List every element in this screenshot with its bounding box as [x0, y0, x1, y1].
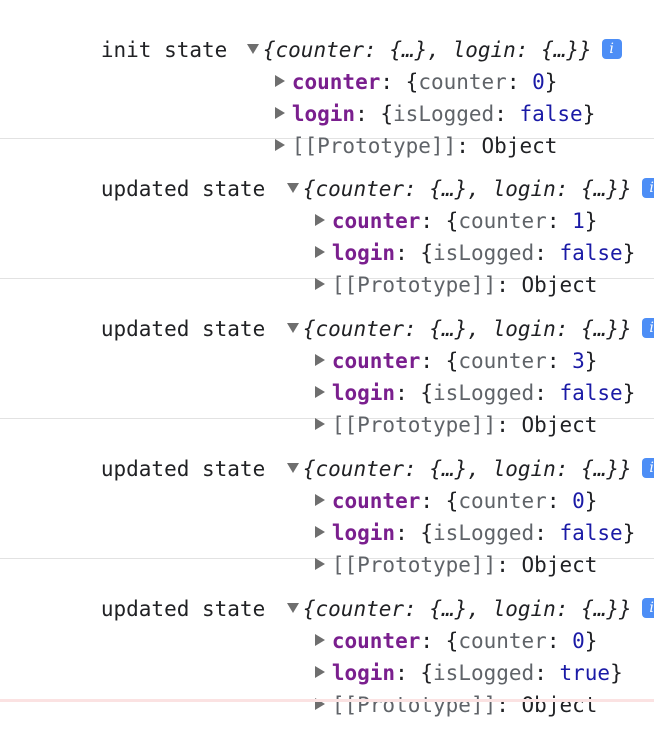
property-row-login[interactable]: login: {isLogged: true}: [239, 631, 623, 685]
object-preview-row[interactable]: {counter: {…}, login: {…}} i: [171, 8, 622, 62]
console-log-entry: updated state {counter: {…}, login: {…}}…: [0, 279, 654, 437]
prototype-label: [[Prototype]]: [331, 693, 497, 717]
object-brace-close: }: [622, 381, 636, 405]
console-log-entry: updated state {counter: {…}, login: {…}}…: [0, 559, 654, 717]
property-row-prototype[interactable]: [[Prototype]]: Object: [239, 523, 597, 577]
info-icon[interactable]: i: [601, 39, 622, 59]
property-row-prototype[interactable]: [[Prototype]]: Object: [239, 383, 597, 437]
property-row-counter[interactable]: counter: {counter: 3}: [239, 319, 597, 373]
property-row-prototype[interactable]: [[Prototype]]: Object: [239, 243, 597, 297]
property-row-prototype[interactable]: [[Prototype]]: Object: [239, 663, 597, 717]
property-row-counter[interactable]: counter: {counter: 0}: [199, 40, 557, 94]
object-preview-row[interactable]: {counter: {…}, login: {…}} i: [211, 147, 654, 201]
object-preview-close: }: [619, 457, 632, 481]
property-row-counter[interactable]: counter: {counter: 1}: [239, 179, 597, 233]
property-row-login[interactable]: login: {isLogged: false}: [199, 72, 595, 126]
property-row-prototype[interactable]: [[Prototype]]: Object: [199, 104, 557, 158]
object-preview-row[interactable]: {counter: {…}, login: {…}} i: [211, 287, 654, 341]
info-icon[interactable]: i: [641, 178, 654, 198]
info-icon[interactable]: i: [641, 598, 654, 618]
info-icon[interactable]: i: [641, 318, 654, 338]
object-preview-close: }: [619, 177, 632, 201]
object-preview-row[interactable]: {counter: {…}, login: {…}} i: [211, 567, 654, 621]
object-brace-close: }: [622, 241, 636, 265]
property-row-login[interactable]: login: {isLogged: false}: [239, 491, 635, 545]
property-row-login[interactable]: login: {isLogged: false}: [239, 211, 635, 265]
property-row-counter[interactable]: counter: {counter: 0}: [239, 459, 597, 513]
property-colon: :: [496, 693, 522, 717]
object-preview-close: }: [619, 317, 632, 341]
object-brace-close: }: [582, 102, 596, 126]
property-row-login[interactable]: login: {isLogged: false}: [239, 351, 635, 405]
object-brace-close: }: [610, 661, 623, 685]
object-preview-close: }: [579, 38, 592, 62]
console-log-entry: init state {counter: {…}, login: {…}} i c…: [0, 0, 654, 158]
console-log-entry: updated state {counter: {…}, login: {…}}…: [0, 419, 654, 577]
console-log-entry: updated state {counter: {…}, login: {…}}…: [0, 139, 654, 297]
object-preview-row[interactable]: {counter: {…}, login: {…}} i: [211, 427, 654, 481]
prototype-value: Object: [521, 693, 598, 717]
object-preview-close: }: [619, 597, 632, 621]
property-row-counter[interactable]: counter: {counter: 0}: [239, 599, 597, 653]
console-log-list: init state {counter: {…}, login: {…}} i c…: [0, 0, 654, 717]
info-icon[interactable]: i: [641, 458, 654, 478]
object-brace-close: }: [622, 521, 636, 545]
